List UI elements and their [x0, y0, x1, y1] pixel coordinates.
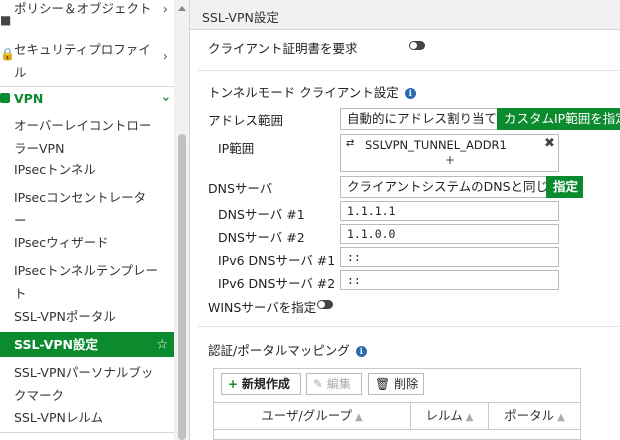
- info-icon[interactable]: i: [355, 346, 367, 357]
- sidebar-item-overlay-controller-vpn[interactable]: オーバーレイコントローラーVPN: [0, 114, 174, 160]
- ip-range-label: IP範囲: [218, 141, 255, 156]
- sidebar-item-ipsec-wizard[interactable]: IPsecウィザード: [0, 231, 174, 255]
- sidebar-item-label: IPsecトンネル: [14, 162, 96, 177]
- sidebar-item-label: SSL-VPNパーソナルブックマーク: [14, 365, 154, 403]
- remove-icon[interactable]: ✖: [544, 136, 555, 151]
- col-realm[interactable]: レルム ▲︎: [411, 403, 489, 429]
- info-icon[interactable]: i: [404, 88, 416, 99]
- auth-section-title: 認証/ポータルマッピング i: [208, 340, 367, 359]
- wins-toggle[interactable]: [317, 300, 333, 309]
- client-cert-toggle[interactable]: [409, 41, 425, 50]
- wins-label: WINSサーバを指定: [208, 300, 317, 315]
- sidebar-item-ssl-vpn-personal-bookmarks[interactable]: SSL-VPNパーソナルブックマーク: [0, 361, 174, 407]
- col-user-group-label: ユーザ/グループ: [261, 408, 352, 423]
- policy-icon: ■: [0, 13, 12, 27]
- tunnel-section-title: トンネルモード クライアント設定 i: [208, 82, 416, 101]
- address-auto-option[interactable]: 自動的にアドレス割り当て: [340, 108, 498, 130]
- address-range-label: アドレス範囲: [208, 113, 284, 128]
- sort-icon: ▲︎: [557, 412, 565, 423]
- col-portal-label: ポータル: [504, 408, 555, 423]
- divider: [214, 429, 580, 430]
- sidebar-item-label: IPsecウィザード: [14, 235, 109, 250]
- dns1-input[interactable]: 1.1.1.1: [340, 201, 559, 221]
- chevron-right-icon: ›: [162, 49, 168, 65]
- sidebar-item-label: SSL-VPNポータル: [14, 309, 116, 324]
- vpn-icon: [0, 93, 10, 103]
- section-title-text: トンネルモード クライアント設定: [208, 85, 399, 100]
- dns-label: DNSサーバ: [208, 181, 273, 196]
- sidebar-item-policy-objects[interactable]: ■ ポリシー＆オブジェクト ›: [0, 0, 174, 27]
- page-title: SSL-VPN設定: [202, 10, 279, 25]
- client-cert-label: クライアント証明書を要求: [208, 41, 358, 56]
- add-icon[interactable]: +: [445, 153, 455, 167]
- section-title-text: 認証/ポータルマッピング: [208, 343, 350, 358]
- col-user-group[interactable]: ユーザ/グループ ▲︎: [214, 403, 411, 429]
- ip-range-entry: SSLVPN_TUNNEL_ADDR1: [365, 138, 507, 152]
- new-button-label: 新規作成: [241, 377, 290, 391]
- sidebar-item-ssl-vpn-realms[interactable]: SSL-VPNレルム: [0, 406, 174, 430]
- delete-button[interactable]: 🗑 削除: [368, 373, 424, 395]
- address-custom-option[interactable]: カスタムIP範囲を指定: [497, 108, 620, 130]
- new-button[interactable]: + 新規作成: [221, 373, 301, 395]
- ipv6-dns1-input[interactable]: ::: [340, 247, 559, 267]
- sidebar-item-label: VPN: [14, 91, 44, 106]
- sidebar-item-security-profiles[interactable]: 🔒 セキュリティプロファイル ›: [0, 33, 174, 81]
- pencil-icon: ✎: [313, 377, 324, 391]
- sidebar-item-ssl-vpn-settings[interactable]: SSL-VPN設定 ☆: [0, 332, 174, 357]
- edit-button-label: 編集: [326, 377, 351, 391]
- app-window: { "sidebar": { "items": [ {"label": "ポリシ…: [0, 0, 620, 440]
- ip-range-box[interactable]: ⇄ SSLVPN_TUNNEL_ADDR1 ✖ +: [340, 134, 559, 172]
- ipv6-dns2-input[interactable]: ::: [340, 270, 559, 290]
- divider: [0, 432, 174, 433]
- col-realm-label: レルム: [425, 408, 463, 423]
- divider: [198, 326, 620, 327]
- dns-specify-option[interactable]: 指定: [546, 176, 583, 198]
- sidebar-item-label: オーバーレイコントローラーVPN: [14, 118, 152, 156]
- page-header: SSL-VPN設定: [190, 0, 620, 30]
- dns2-input[interactable]: 1.1.0.0: [340, 224, 559, 244]
- plus-icon: +: [228, 377, 239, 391]
- sidebar-item-ipsec-concentrator[interactable]: IPsecコンセントレーター: [0, 186, 174, 232]
- star-icon[interactable]: ☆: [156, 333, 168, 356]
- sort-icon: ▲︎: [465, 412, 474, 423]
- address-object-icon: ⇄: [346, 138, 355, 149]
- trash-icon: 🗑: [375, 377, 391, 391]
- sidebar-item-label: IPsecコンセントレーター: [14, 190, 147, 228]
- sidebar-item-label: ポリシー＆オブジェクト: [14, 1, 152, 16]
- dns2-label: DNSサーバ #2: [218, 230, 305, 245]
- scrollbar-thumb[interactable]: [178, 134, 186, 440]
- divider: [198, 70, 620, 71]
- sidebar-item-label: IPsecトンネルテンプレート: [14, 263, 158, 301]
- delete-button-label: 削除: [394, 377, 419, 391]
- lock-icon: 🔒: [0, 47, 15, 61]
- sidebar-nav: ■ ポリシー＆オブジェクト › 🔒 セキュリティプロファイル › VPN › オ…: [0, 0, 190, 440]
- sidebar-item-ipsec-tunnels[interactable]: IPsecトンネル: [0, 158, 174, 182]
- dns-same-option[interactable]: クライアントシステムのDNSと同じ: [340, 176, 547, 198]
- sidebar-item-ipsec-tunnel-template[interactable]: IPsecトンネルテンプレート: [0, 259, 174, 305]
- ipv6-dns1-label: IPv6 DNSサーバ #1: [218, 253, 336, 268]
- dns1-label: DNSサーバ #1: [218, 207, 305, 222]
- sidebar-item-label: セキュリティプロファイル: [14, 42, 151, 80]
- ipv6-dns2-label: IPv6 DNSサーバ #2: [218, 276, 336, 291]
- edit-button[interactable]: ✎ 編集: [306, 373, 362, 395]
- col-portal[interactable]: ポータル ▲︎: [489, 403, 580, 429]
- sidebar-item-vpn[interactable]: VPN ›: [0, 87, 174, 111]
- scroll-up-arrow-icon[interactable]: [178, 6, 186, 11]
- sidebar-item-label: SSL-VPN設定: [14, 337, 98, 352]
- sidebar-item-label: SSL-VPNレルム: [14, 410, 104, 425]
- sidebar-item-ssl-vpn-portals[interactable]: SSL-VPNポータル: [0, 305, 174, 329]
- sort-icon: ▲︎: [355, 412, 363, 423]
- chevron-right-icon: ›: [162, 2, 168, 18]
- sidebar-scrollbar[interactable]: [174, 0, 189, 440]
